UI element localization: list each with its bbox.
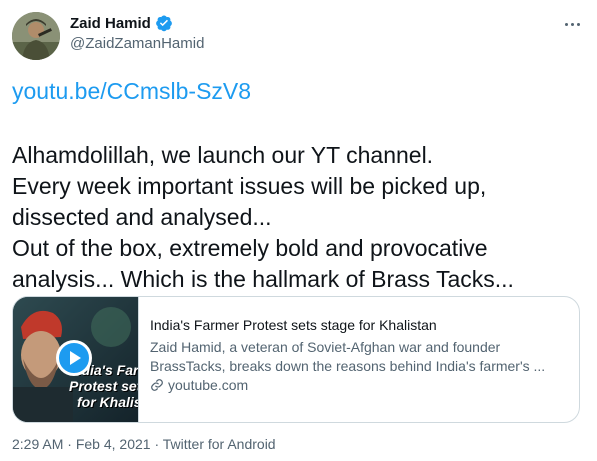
video-thumbnail[interactable]: India's Far Protest sets for Khalis bbox=[13, 297, 139, 422]
verified-badge-icon bbox=[155, 14, 173, 32]
tweet-time[interactable]: 2:29 AM bbox=[12, 436, 63, 452]
tweet: Zaid Hamid @ZaidZamanHamid youtu.be/CCms… bbox=[0, 0, 597, 461]
play-icon[interactable] bbox=[56, 340, 92, 376]
tweet-link[interactable]: youtu.be/CCmslb-SzV8 bbox=[12, 78, 251, 105]
thumbnail-caption-line: for Khalis bbox=[77, 394, 139, 410]
meta-separator: · bbox=[150, 436, 163, 452]
tweet-text-line: Alhamdolillah, we launch our YT channel. bbox=[12, 142, 434, 168]
card-description-line: Zaid Hamid, a veteran of Soviet-Afghan w… bbox=[150, 339, 501, 355]
author-name[interactable]: Zaid Hamid bbox=[70, 15, 151, 32]
meta-separator: · bbox=[63, 436, 76, 452]
tweet-text-line: analysis... Which is the hallmark of Bra… bbox=[12, 266, 514, 292]
card-domain: youtube.com bbox=[150, 377, 570, 393]
card-title: India's Farmer Protest sets stage for Kh… bbox=[150, 317, 437, 333]
tweet-text-line: Out of the box, extremely bold and provo… bbox=[12, 235, 488, 261]
thumbnail-caption-line: Protest sets bbox=[69, 378, 138, 394]
more-options-button[interactable] bbox=[560, 12, 584, 36]
more-dot-icon bbox=[570, 22, 574, 26]
tweet-date[interactable]: Feb 4, 2021 bbox=[76, 436, 151, 452]
tweet-text-line: Every week important issues will be pick… bbox=[12, 173, 487, 199]
author-handle[interactable]: @ZaidZamanHamid bbox=[70, 35, 204, 52]
tweet-source[interactable]: Twitter for Android bbox=[163, 436, 276, 452]
author-name-row: Zaid Hamid bbox=[70, 14, 173, 32]
card-description: Zaid Hamid, a veteran of Soviet-Afghan w… bbox=[150, 338, 565, 376]
tweet-text-line: dissected and analysed... bbox=[12, 204, 272, 230]
link-preview-card[interactable]: India's Far Protest sets for Khalis Indi… bbox=[12, 296, 580, 423]
tweet-text: Alhamdolillah, we launch our YT channel.… bbox=[12, 140, 587, 295]
avatar[interactable] bbox=[12, 12, 60, 60]
more-dot-icon bbox=[564, 22, 568, 26]
link-icon bbox=[150, 378, 164, 392]
more-dot-icon bbox=[576, 22, 580, 26]
card-description-line: BrassTacks, breaks down the reasons behi… bbox=[150, 358, 546, 374]
card-domain-text: youtube.com bbox=[168, 377, 249, 393]
card-text: India's Farmer Protest sets stage for Kh… bbox=[150, 317, 570, 393]
tweet-metadata: 2:29 AM · Feb 4, 2021 · Twitter for Andr… bbox=[12, 436, 276, 452]
